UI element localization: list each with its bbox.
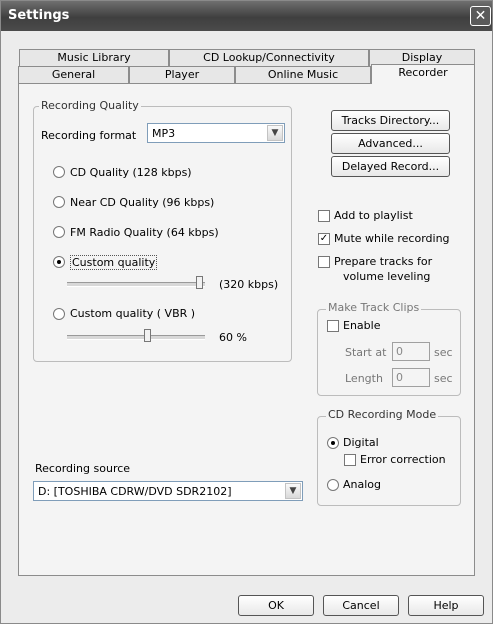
length-unit: sec [434,372,453,385]
start-at-unit: sec [434,346,453,359]
analog-label: Analog [343,478,382,491]
button-label: Delayed Record... [341,160,440,173]
custom-quality-label: Custom quality [70,255,158,270]
chevron-down-icon: ▼ [267,125,283,141]
near-cd-quality-label: Near CD Quality (96 kbps) [70,196,215,209]
tab-label: Recorder [398,66,448,79]
tab-player[interactable]: Player [129,66,235,83]
window-title: Settings [8,8,70,23]
recording-format-select[interactable]: MP3 ▼ [147,123,285,143]
error-correction-label: Error correction [360,453,446,466]
button-label: Advanced... [358,137,423,150]
tab-cd-lookup-connectivity[interactable]: CD Lookup/Connectivity [169,49,369,66]
enable-clips-label: Enable [343,319,381,332]
start-at-input[interactable]: 0 [392,342,430,361]
recording-quality-legend: Recording Quality [39,99,141,112]
tab-label: Player [164,68,200,81]
custom-quality-slider-track [67,282,205,287]
recording-source-label: Recording source [35,462,131,475]
digital-radio[interactable] [327,437,339,449]
prepare-tracks-label-line1: Prepare tracks for [334,255,433,268]
enable-clips-checkbox[interactable] [327,320,339,332]
vbr-slider-thumb[interactable] [143,329,151,342]
delayed-record-button[interactable]: Delayed Record... [331,156,450,177]
recorder-panel: Recording Quality Recording format MP3 ▼… [18,83,475,576]
close-icon: ✕ [474,8,487,24]
cd-recording-mode-legend: CD Recording Mode [326,408,439,421]
recording-format-label: Recording format [41,129,137,142]
tab-music-library[interactable]: Music Library [19,49,169,66]
error-correction-checkbox[interactable] [344,454,356,466]
custom-quality-slider-thumb[interactable] [196,276,203,289]
recording-source-value: D: [TOSHIBA CDRW/DVD SDR2102] [38,485,232,498]
mute-while-recording-checkbox[interactable]: ✓ [318,233,330,245]
title-bar: Settings ✕ [1,1,492,31]
near-cd-quality-radio[interactable] [53,196,65,208]
mute-while-recording-label: Mute while recording [334,232,450,245]
start-at-label: Start at [345,346,387,359]
button-label: Cancel [342,599,380,612]
recording-format-value: MP3 [152,127,176,140]
tab-recorder[interactable]: Recorder [371,64,475,84]
ok-button[interactable]: OK [238,595,314,616]
tab-general[interactable]: General [18,66,129,83]
fm-radio-quality-radio[interactable] [53,226,65,238]
custom-quality-radio[interactable] [53,256,65,268]
cancel-button[interactable]: Cancel [323,595,399,616]
prepare-tracks-checkbox[interactable] [318,256,330,268]
length-input[interactable]: 0 [392,368,430,387]
vbr-percent-value: 60 % [219,331,247,344]
close-button[interactable]: ✕ [470,6,491,26]
tab-label: Music Library [57,51,131,64]
analog-radio[interactable] [327,479,339,491]
advanced-button[interactable]: Advanced... [331,133,450,154]
custom-bitrate-value: (320 kbps) [219,278,279,291]
custom-quality-vbr-radio[interactable] [53,308,65,320]
cd-quality-label: CD Quality (128 kbps) [70,166,192,179]
tab-online-music[interactable]: Online Music [235,66,371,83]
help-button[interactable]: Help [408,595,484,616]
tracks-directory-button[interactable]: Tracks Directory... [331,110,450,131]
button-label: Tracks Directory... [341,114,440,127]
tab-label: Online Music [267,68,339,81]
tab-label: Display [401,51,443,64]
tab-label: CD Lookup/Connectivity [203,51,335,64]
settings-dialog: Settings ✕ Music Library CD Lookup/Conne… [0,0,493,624]
add-to-playlist-checkbox[interactable] [318,210,330,222]
prepare-tracks-label-line2: volume leveling [343,270,431,283]
add-to-playlist-label: Add to playlist [334,209,413,222]
cd-quality-radio[interactable] [53,166,65,178]
custom-quality-vbr-label: Custom quality ( VBR ) [70,307,196,320]
vbr-slider-track [67,335,205,340]
tab-label: General [51,68,96,81]
digital-label: Digital [343,436,379,449]
button-label: OK [268,599,284,612]
fm-radio-quality-label: FM Radio Quality (64 kbps) [70,226,219,239]
start-at-value: 0 [396,345,403,358]
chevron-down-icon: ▼ [285,483,301,499]
recording-source-select[interactable]: D: [TOSHIBA CDRW/DVD SDR2102] ▼ [33,481,303,501]
make-track-clips-legend: Make Track Clips [326,301,422,314]
length-label: Length [345,372,383,385]
length-value: 0 [396,371,403,384]
button-label: Help [433,599,459,612]
